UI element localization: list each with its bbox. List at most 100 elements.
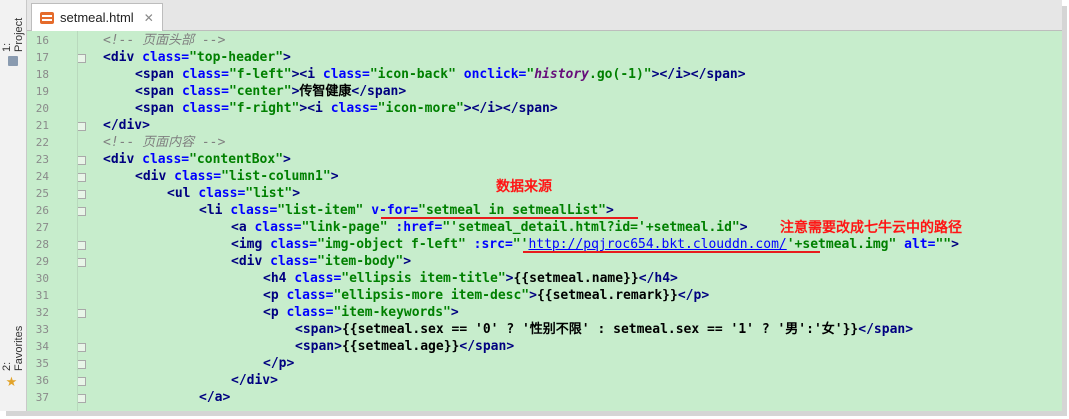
code-token: </p> <box>263 356 295 371</box>
code-token: > <box>529 288 537 303</box>
underline-vfor <box>381 217 638 219</box>
code-token: > <box>739 220 748 235</box>
annotation-data-source: 数据来源 <box>496 179 552 195</box>
line-number: 34 <box>35 340 49 353</box>
code-token: class= <box>230 203 278 218</box>
fold-marker-icon[interactable] <box>77 343 86 352</box>
code-token: 传智健康 <box>299 84 352 99</box>
fold-marker-icon[interactable] <box>77 122 86 131</box>
fold-marker-icon[interactable] <box>77 173 86 182</box>
code-token: {{setmeal.sex == '0' ? '性别不限' : setmeal.… <box>341 322 859 337</box>
code-line[interactable]: <span class="f-right"><i class="icon-mor… <box>135 100 558 117</box>
code-line[interactable]: <div class="item-body"> <box>231 253 411 270</box>
line-number: 21 <box>35 119 49 132</box>
code-line[interactable]: <!-- 页面头部 --> <box>103 32 225 49</box>
code-token: </h4> <box>638 271 678 286</box>
project-tab-label: 1: Project <box>1 18 25 53</box>
code-line[interactable]: <!-- 页面内容 --> <box>103 134 225 151</box>
code-line[interactable]: <span>{{setmeal.sex == '0' ? '性别不限' : se… <box>295 321 913 338</box>
code-token: "' <box>512 237 529 252</box>
fold-marker-icon[interactable] <box>77 207 86 216</box>
code-token: <a <box>231 220 255 235</box>
code-line[interactable]: <span>{{setmeal.age}}</span> <box>295 338 514 355</box>
code-line[interactable]: <a class="link-page" :href="'setmeal_det… <box>231 219 748 236</box>
code-token: :href= <box>395 220 443 235</box>
code-line[interactable]: <span class="center">传智健康</span> <box>135 83 406 100</box>
code-token: "item-keywords" <box>333 305 451 320</box>
code-token: <span <box>135 101 182 116</box>
code-line[interactable]: <p class="item-keywords"> <box>263 304 459 321</box>
code-line[interactable]: <span class="f-left"><i class="icon-back… <box>135 66 746 83</box>
code-token: class= <box>181 84 229 99</box>
fold-marker-icon[interactable] <box>77 360 86 369</box>
code-token: </a> <box>199 390 231 405</box>
code-token: > <box>403 254 412 269</box>
code-token: class= <box>198 186 246 201</box>
line-number: 36 <box>35 374 49 387</box>
code-editor[interactable]: 16 17 18 19 20 21 22 23 24 25 26 27 28 29 30 31 32 33 34 35… <box>27 31 1062 411</box>
underline-url <box>523 251 820 253</box>
code-token: class= <box>270 237 318 252</box>
code-token: "icon-back" <box>369 67 464 82</box>
code-token: <span <box>135 67 182 82</box>
vertical-scrollbar[interactable] <box>1052 31 1062 411</box>
fold-marker-icon[interactable] <box>77 190 86 199</box>
line-number: 16 <box>35 34 49 47</box>
line-number: 37 <box>35 391 49 404</box>
code-token: <!-- 页面头部 --> <box>103 33 226 48</box>
line-number: 22 <box>35 136 49 149</box>
code-token: "ellipsis item-title" <box>341 271 506 286</box>
code-line[interactable]: <p class="ellipsis-more item-desc">{{set… <box>263 287 709 304</box>
line-number: 28 <box>35 238 49 251</box>
close-icon[interactable]: ✕ <box>144 11 154 25</box>
fold-marker-icon[interactable] <box>77 241 86 250</box>
code-token: "contentBox" <box>189 152 284 167</box>
code-token: class= <box>286 305 334 320</box>
code-token: <ul <box>167 186 199 201</box>
code-line[interactable]: <div class="top-header"> <box>103 49 291 66</box>
line-number: 27 <box>35 221 49 234</box>
code-line[interactable]: </a> <box>199 389 230 406</box>
code-line[interactable]: </div> <box>231 372 278 389</box>
code-token: </span> <box>858 322 914 337</box>
line-number: 30 <box>35 272 49 285</box>
line-number: 23 <box>35 153 49 166</box>
code-token: <span <box>135 84 182 99</box>
fold-marker-icon[interactable] <box>77 309 86 318</box>
annotation-change-path: 注意需要改成七牛云中的路径 <box>780 220 962 236</box>
code-token: "link-page" <box>301 220 396 235</box>
ide-window: 1: Project ★ 2: Favorites setmeal.html ✕… <box>0 0 1062 411</box>
favorites-tool-tab[interactable]: ★ 2: Favorites <box>1 326 25 390</box>
fold-marker-icon[interactable] <box>77 54 86 63</box>
line-number: 20 <box>35 102 49 115</box>
code-line[interactable]: <div class="contentBox"> <box>103 151 291 168</box>
tab-setmeal-html[interactable]: setmeal.html ✕ <box>31 3 163 31</box>
code-token: "list-item" <box>277 203 372 218</box>
code-token: onclick= <box>463 67 527 82</box>
code-token: class= <box>270 254 318 269</box>
project-tool-tab[interactable]: 1: Project <box>1 8 25 66</box>
code-token: <span> <box>295 322 342 337</box>
code-line[interactable]: <h4 class="ellipsis item-title">{{setmea… <box>263 270 678 287</box>
code-token: .go(-1)" <box>589 67 652 82</box>
code-line[interactable]: </p> <box>263 355 294 372</box>
fold-marker-icon[interactable] <box>77 394 86 403</box>
code-token: </div> <box>103 118 150 133</box>
code-token: "'setmeal_detail.html?id='+setmeal.id" <box>442 220 740 235</box>
code-token: class= <box>181 101 229 116</box>
fold-marker-icon[interactable] <box>77 156 86 165</box>
code-token: <p <box>263 288 287 303</box>
code-token: "f-right" <box>228 101 300 116</box>
line-number: 29 <box>35 255 49 268</box>
code-line[interactable]: <ul class="list"> <box>167 185 300 202</box>
code-token: > <box>283 152 291 167</box>
code-line[interactable]: <div class="list-column1"> <box>135 168 339 185</box>
gutter-divider <box>77 31 78 411</box>
code-token: "list-column1" <box>221 169 331 184</box>
window-shadow-bottom <box>6 411 1067 416</box>
code-token: class= <box>254 220 302 235</box>
fold-marker-icon[interactable] <box>77 377 86 386</box>
code-line[interactable]: </div> <box>103 117 150 134</box>
fold-marker-icon[interactable] <box>77 258 86 267</box>
line-number: 33 <box>35 323 49 336</box>
